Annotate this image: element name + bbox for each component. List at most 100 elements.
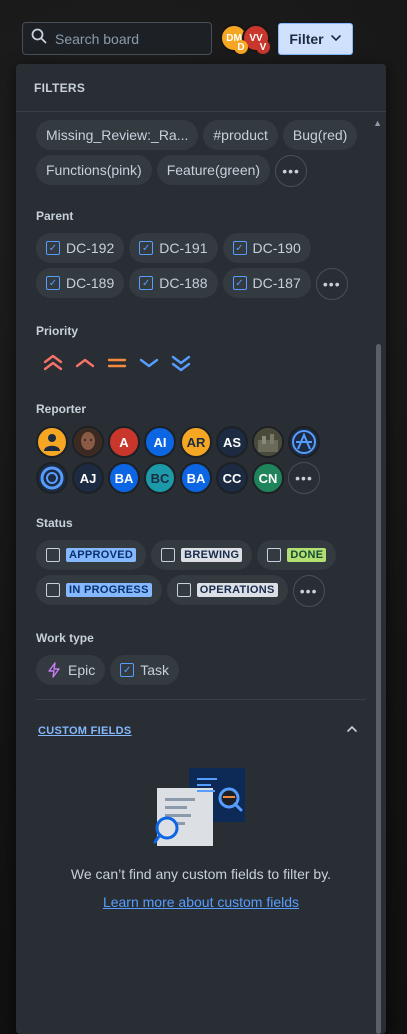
- checkbox-icon: [267, 548, 282, 562]
- status-lozenge: IN PROGRESS: [66, 583, 152, 597]
- label-chip[interactable]: Functions(pink): [36, 155, 152, 185]
- parent-chip[interactable]: ✓ DC-190: [222, 233, 311, 263]
- reporter-initials: BA: [186, 470, 206, 486]
- filter-button[interactable]: Filter: [278, 23, 353, 55]
- work-type-title: Work type: [36, 631, 94, 645]
- status-lozenge: BREWING: [181, 548, 243, 562]
- parent-more-button[interactable]: •••: [315, 268, 348, 300]
- chevron-up-icon[interactable]: [346, 722, 358, 740]
- status-chip[interactable]: IN PROGRESS: [36, 575, 162, 605]
- status-chip[interactable]: DONE: [257, 540, 337, 570]
- checkbox-checked-icon: ✓: [139, 241, 154, 255]
- reporter-avatar[interactable]: [36, 426, 68, 458]
- status-section: Status APPROVED BREWING DONE IN PROGRESS…: [36, 516, 366, 607]
- checkbox-icon: [161, 548, 176, 562]
- avatar-badge-d: D: [234, 40, 248, 54]
- search-input[interactable]: [55, 30, 205, 47]
- avatar-badge-v: V: [256, 40, 270, 54]
- photo-avatar: [254, 428, 282, 456]
- parent-chip-label: DC-189: [66, 275, 115, 291]
- label-chip-row: Functions(pink) Feature(green) •••: [36, 155, 366, 187]
- label-chip-row: Missing_Review:_Ra... #product Bug(red): [36, 120, 366, 150]
- reporter-avatar[interactable]: AI: [144, 426, 176, 458]
- priority-medium-icon[interactable]: [106, 352, 128, 374]
- priority-lowest-icon[interactable]: [170, 352, 192, 374]
- reporter-initials: AR: [186, 434, 206, 450]
- checkbox-checked-icon: ✓: [139, 276, 154, 290]
- reporter-avatar[interactable]: [252, 426, 284, 458]
- parent-chip-label: DC-192: [66, 240, 115, 256]
- parent-row: ✓ DC-192 ✓ DC-191 ✓ DC-190: [36, 233, 366, 263]
- search-icon: [31, 28, 47, 49]
- labels-more-button[interactable]: •••: [275, 155, 308, 187]
- parent-chip[interactable]: ✓ DC-192: [36, 233, 125, 263]
- assignee-avatars[interactable]: DM VV D V: [220, 24, 272, 56]
- filter-scroll-area[interactable]: Missing_Review:_Ra... #product Bug(red) …: [16, 112, 386, 910]
- parent-title: Parent: [36, 209, 74, 223]
- reporter-initials: BC: [150, 470, 170, 486]
- status-chip[interactable]: BREWING: [151, 540, 253, 570]
- parent-chip[interactable]: ✓ DC-189: [36, 268, 125, 298]
- reporter-initials: BA: [114, 470, 134, 486]
- reporter-avatar[interactable]: AR: [180, 426, 212, 458]
- priority-highest-icon[interactable]: [42, 352, 64, 374]
- search-box[interactable]: [22, 22, 212, 55]
- reporter-initials: AI: [153, 434, 167, 450]
- photo-avatar: [74, 428, 102, 456]
- checkbox-checked-icon: ✓: [46, 276, 60, 290]
- filter-panel: FILTERS ▲ Missing_Review:_Ra... #product…: [16, 64, 386, 1034]
- reporter-initials: AJ: [79, 470, 97, 486]
- custom-fields-title[interactable]: CUSTOM FIELDS: [38, 725, 132, 737]
- status-more-button[interactable]: •••: [292, 575, 325, 607]
- label-chip[interactable]: #product: [203, 120, 278, 150]
- checkbox-checked-icon: ✓: [232, 276, 247, 290]
- reporter-avatar[interactable]: [36, 462, 68, 494]
- parent-row: ✓ DC-189 ✓ DC-188 ✓ DC-187 •••: [36, 268, 366, 300]
- priority-high-icon[interactable]: [74, 352, 96, 374]
- reporter-avatar[interactable]: A: [108, 426, 140, 458]
- label-chip[interactable]: Missing_Review:_Ra...: [36, 120, 199, 150]
- empty-state-text: We can’t find any custom fields to filte…: [70, 866, 332, 882]
- divider: [36, 699, 366, 700]
- reporter-avatar[interactable]: [72, 426, 104, 458]
- status-row: APPROVED BREWING DONE: [36, 540, 366, 570]
- work-type-section: Work type Epic ✓ Task: [36, 631, 366, 685]
- work-type-chip-task[interactable]: ✓ Task: [110, 655, 180, 685]
- avatar-badge-text: V: [259, 41, 267, 53]
- checkbox-checked-icon: ✓: [232, 241, 247, 255]
- top-bar: DM VV D V Filter: [0, 0, 407, 64]
- learn-more-link[interactable]: Learn more about custom fields: [36, 894, 366, 910]
- parent-chip-label: DC-187: [252, 275, 301, 291]
- label-chip[interactable]: Bug(red): [282, 120, 358, 150]
- reporter-more-button[interactable]: •••: [288, 462, 320, 494]
- parent-chip-label: DC-188: [159, 275, 208, 291]
- status-chip[interactable]: APPROVED: [36, 540, 147, 570]
- reporter-row: A AI AR AS: [36, 426, 366, 458]
- label-chip[interactable]: Feature(green): [156, 155, 271, 185]
- reporter-avatar[interactable]: BA: [180, 462, 212, 494]
- status-lozenge: OPERATIONS: [196, 583, 278, 597]
- status-title: Status: [36, 516, 73, 530]
- reporter-avatar[interactable]: BA: [108, 462, 140, 494]
- reporter-avatar[interactable]: BC: [144, 462, 176, 494]
- parent-chip[interactable]: ✓ DC-188: [129, 268, 218, 298]
- reporter-avatar[interactable]: [288, 426, 320, 458]
- priority-low-icon[interactable]: [138, 352, 160, 374]
- reporter-avatar[interactable]: AS: [216, 426, 248, 458]
- reporter-avatar[interactable]: CN: [252, 462, 284, 494]
- reporter-initials: A: [119, 434, 129, 450]
- parent-chip-label: DC-191: [159, 240, 208, 256]
- status-chip[interactable]: OPERATIONS: [166, 575, 288, 605]
- reporter-initials: CC: [222, 470, 242, 486]
- labels-section: Missing_Review:_Ra... #product Bug(red) …: [36, 120, 366, 187]
- checkbox-icon: [46, 583, 60, 597]
- reporter-avatar[interactable]: CC: [216, 462, 248, 494]
- filter-button-label: Filter: [289, 31, 324, 47]
- priority-row: [36, 348, 366, 378]
- parent-chip[interactable]: ✓ DC-191: [129, 233, 218, 263]
- work-type-chip-epic[interactable]: Epic: [36, 655, 106, 685]
- parent-chip[interactable]: ✓ DC-187: [222, 268, 311, 298]
- reporter-avatar[interactable]: AJ: [72, 462, 104, 494]
- custom-fields-header[interactable]: CUSTOM FIELDS: [36, 722, 366, 740]
- parent-chip-label: DC-190: [252, 240, 301, 256]
